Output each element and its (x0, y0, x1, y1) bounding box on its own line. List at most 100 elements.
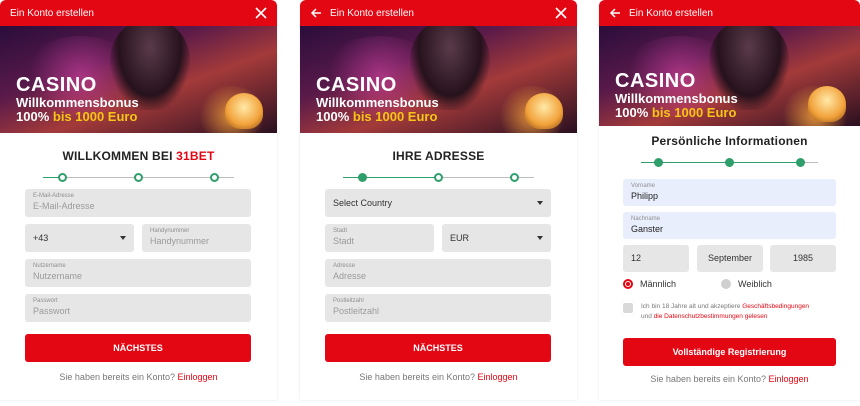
next-button[interactable]: NÄCHSTES (325, 334, 551, 362)
city-placeholder: Stadt (333, 236, 355, 246)
phone-placeholder: Handynummer (150, 236, 210, 246)
arrow-left-icon[interactable] (310, 7, 322, 19)
gender-male-label: Männlich (640, 279, 677, 289)
gender-male-option[interactable]: Männlich (623, 279, 676, 289)
progress-dot-3 (795, 158, 805, 167)
birth-year-field[interactable]: 1985 (770, 245, 836, 272)
step-title: IHRE ADRESSE (392, 149, 485, 163)
email-placeholder: E-Mail-Adresse (33, 201, 95, 211)
banner-offer: 100% bis 1000 Euro (16, 110, 139, 124)
password-field[interactable]: Passwort Passwort (25, 294, 251, 322)
skull-illustration (225, 93, 263, 129)
close-icon[interactable] (255, 7, 267, 19)
signup-panel-step-2: Ein Konto erstellen CASINO Willkommensbo… (300, 0, 577, 400)
signup-panel-step-3: Ein Konto erstellen CASINO Willkommensbo… (599, 0, 860, 400)
login-link[interactable]: Einloggen (178, 372, 218, 382)
progress-steps (43, 172, 234, 184)
phone-field[interactable]: Handynummer Handynummer (142, 224, 251, 252)
login-link[interactable]: Einloggen (769, 374, 809, 384)
username-placeholder: Nutzername (33, 271, 83, 281)
modal-header: Ein Konto erstellen (0, 0, 277, 26)
progress-dot-2 (725, 158, 734, 167)
progress-dot-3 (210, 173, 220, 182)
banner-title: CASINO (316, 74, 397, 96)
gender-female-label: Weiblich (738, 279, 772, 289)
progress-dot-2 (134, 173, 143, 182)
banner-title: CASINO (615, 70, 696, 92)
banner-offer-percent: 100% (316, 109, 350, 125)
username-field[interactable]: Nutzername Nutzername (25, 259, 251, 287)
banner-subtitle: Willkommensbonus (615, 91, 738, 106)
city-label: Stadt (333, 228, 348, 234)
progress-dot-1 (357, 173, 367, 182)
country-select[interactable]: Select Country (325, 189, 551, 217)
login-prompt: Sie haben bereits ein Konto? Einloggen (359, 372, 518, 382)
banner-offer-amount: bis 1000 Euro (52, 109, 138, 125)
complete-registration-button[interactable]: Vollständige Registrierung (623, 338, 836, 366)
close-icon[interactable] (555, 7, 567, 19)
login-prompt: Sie haben bereits ein Konto? Einloggen (59, 372, 218, 382)
modal-header: Ein Konto erstellen (300, 0, 577, 26)
chevron-down-icon (537, 201, 543, 205)
skull-illustration (808, 86, 846, 122)
zip-placeholder: Postleitzahl (333, 306, 380, 316)
birth-day-field[interactable]: 12 (623, 245, 689, 272)
banner-subtitle: Willkommensbonus (316, 95, 439, 110)
progress-steps (641, 157, 818, 169)
progress-dot-1 (654, 158, 664, 167)
progress-steps (343, 172, 534, 184)
password-label: Passwort (33, 298, 58, 304)
terms-checkbox[interactable] (623, 303, 633, 313)
username-label: Nutzername (33, 263, 66, 269)
address-label: Adresse (333, 263, 356, 269)
birth-month-field[interactable]: September (697, 245, 763, 272)
privacy-link[interactable]: die Datenschutzbestimmungen gelesen (654, 313, 768, 320)
chevron-down-icon (120, 236, 126, 240)
radio-unselected-icon (721, 279, 731, 289)
banner-offer-amount: bis 1000 Euro (651, 105, 737, 121)
firstname-value: Philipp (631, 191, 659, 201)
city-field[interactable]: Stadt Stadt (325, 224, 434, 252)
firstname-label: Vorname (631, 183, 656, 189)
step-title: WILLKOMMEN BEI 31BET (62, 149, 215, 163)
terms-link[interactable]: Geschäftsbedingungen (742, 303, 809, 310)
terms-text: Ich bin 18 Jahre alt und akzeptiere Gesc… (641, 303, 810, 321)
terms-consent: Ich bin 18 Jahre alt und akzeptiere Gesc… (623, 302, 841, 322)
modal-title: Ein Konto erstellen (10, 7, 94, 19)
next-button[interactable]: NÄCHSTES (25, 334, 251, 362)
promo-banner: CASINO Willkommensbonus 100% bis 1000 Eu… (0, 26, 277, 133)
firstname-field[interactable]: Vorname Philipp (623, 179, 836, 206)
progress-dot-3 (510, 173, 520, 182)
address-field[interactable]: Adresse Adresse (325, 259, 551, 287)
signup-panel-step-1: Ein Konto erstellen CASINO Willkommensbo… (0, 0, 277, 400)
banner-offer-amount: bis 1000 Euro (352, 109, 438, 125)
lastname-field[interactable]: Nachname Ganster (623, 212, 836, 239)
skull-illustration (525, 93, 563, 129)
banner-offer: 100% bis 1000 Euro (615, 106, 738, 120)
login-prompt: Sie haben bereits ein Konto? Einloggen (650, 374, 809, 384)
progress-dot-1 (57, 173, 67, 182)
arrow-left-icon[interactable] (609, 7, 621, 19)
gender-female-option[interactable]: Weiblich (721, 279, 772, 289)
banner-offer: 100% bis 1000 Euro (316, 110, 439, 124)
chevron-down-icon (537, 236, 543, 240)
modal-header: Ein Konto erstellen (599, 0, 860, 26)
progress-dot-2 (434, 173, 443, 182)
country-code-select[interactable]: +43 (25, 224, 134, 252)
step-title: Persönliche Informationen (651, 134, 808, 148)
currency-select[interactable]: EUR (442, 224, 551, 252)
phone-label: Handynummer (150, 228, 190, 234)
banner-title: CASINO (16, 74, 97, 96)
banner-offer-percent: 100% (16, 109, 50, 125)
password-placeholder: Passwort (33, 306, 71, 316)
promo-banner: CASINO Willkommensbonus 100% bis 1000 Eu… (300, 26, 577, 133)
zip-field[interactable]: Postleitzahl Postleitzahl (325, 294, 551, 322)
brand-name: 31BET (176, 149, 215, 163)
email-label: E-Mail-Adresse (33, 193, 75, 199)
login-link[interactable]: Einloggen (478, 372, 518, 382)
banner-offer-percent: 100% (615, 105, 649, 121)
address-placeholder: Adresse (333, 271, 367, 281)
email-field[interactable]: E-Mail-Adresse E-Mail-Adresse (25, 189, 251, 217)
modal-title: Ein Konto erstellen (330, 7, 414, 19)
modal-title: Ein Konto erstellen (629, 7, 713, 19)
